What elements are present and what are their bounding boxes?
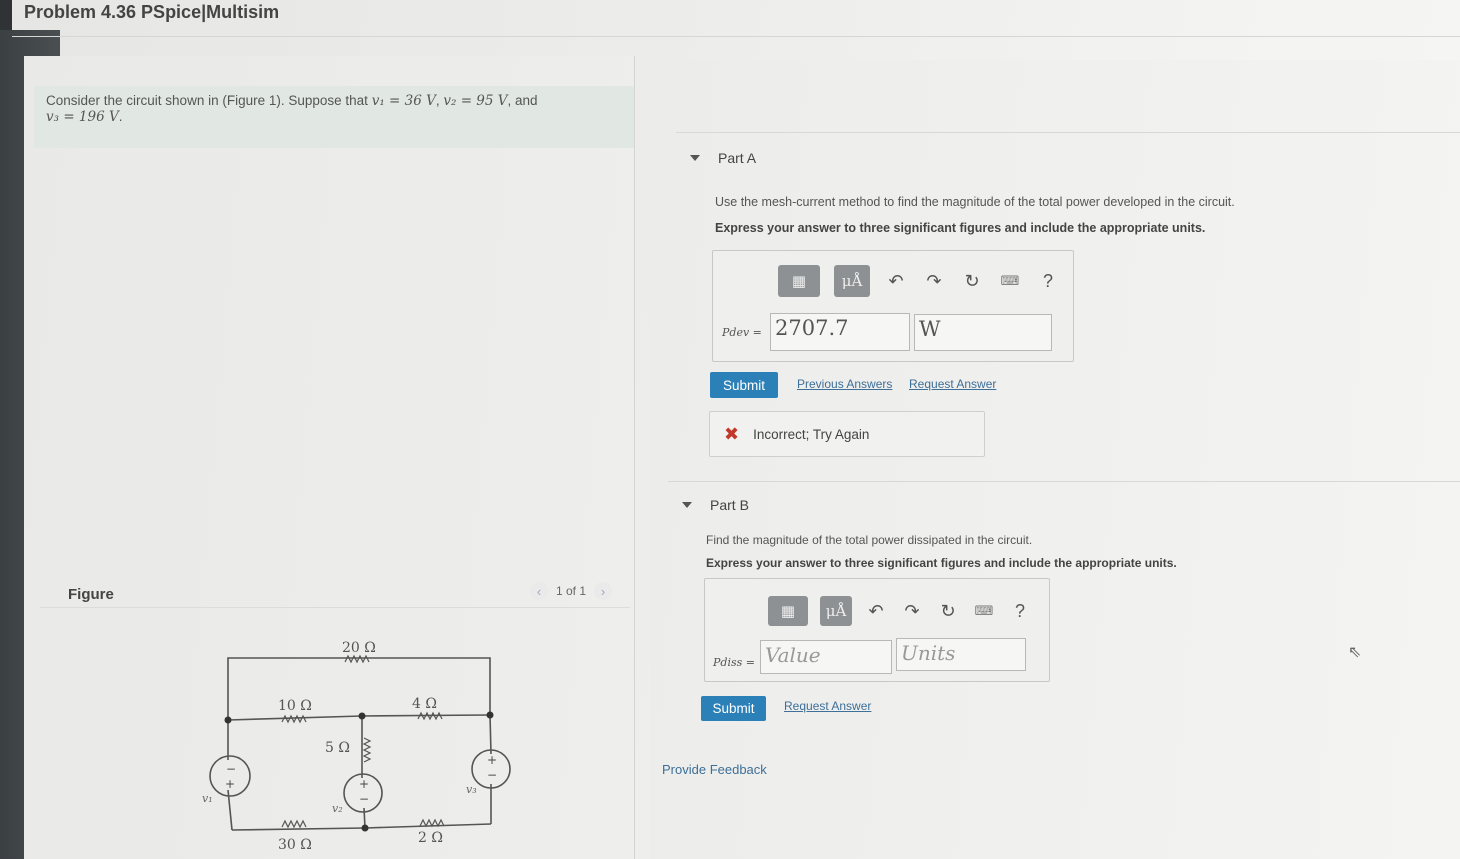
part-b-title: Part B xyxy=(710,497,749,513)
problem-text: Consider the circuit shown in (Figure 1)… xyxy=(46,93,538,125)
previous-answers-link[interactable]: Previous Answers xyxy=(797,377,892,391)
help-icon[interactable]: ? xyxy=(1008,601,1032,622)
chevron-right-icon[interactable]: › xyxy=(594,582,613,600)
collapse-triangle-icon[interactable] xyxy=(690,155,700,161)
feedback-box: ✖ Incorrect; Try Again xyxy=(709,411,985,457)
part-a-instruction: Use the mesh-current method to find the … xyxy=(715,195,1235,209)
part-a-header[interactable]: Part A xyxy=(690,150,756,166)
label-r10: 10 Ω xyxy=(278,698,312,714)
part-b-instruction-units: Express your answer to three significant… xyxy=(706,556,1177,570)
part-b-instruction: Find the magnitude of the total power di… xyxy=(706,533,1033,547)
redo-icon[interactable]: ↷ xyxy=(922,271,946,292)
label-r20: 20 Ω xyxy=(342,640,376,656)
v3-minus: − xyxy=(487,768,497,782)
part-b-request-answer-link[interactable]: Request Answer xyxy=(784,699,871,713)
part-b-toolbar: ▦ μÅ ↶ ↷ ↻ ⌨ ? xyxy=(768,596,1032,626)
problem-statement: Consider the circuit shown in (Figure 1)… xyxy=(34,86,634,148)
figure-pager: ‹ 1 of 1 › xyxy=(530,582,613,600)
close-x-icon: ✖ xyxy=(724,423,740,444)
v1-plus: + xyxy=(225,777,235,791)
part-b-units-input[interactable]: Units xyxy=(896,638,1026,671)
figure-label: Figure xyxy=(68,586,114,603)
right-panel xyxy=(650,60,1460,859)
reset-icon[interactable]: ↻ xyxy=(960,271,984,292)
keyboard-icon[interactable]: ⌨ xyxy=(972,603,996,619)
node-left xyxy=(224,716,232,724)
units-button[interactable]: μÅ xyxy=(834,265,870,297)
part-a-instruction-units: Express your answer to three significant… xyxy=(715,221,1206,235)
v2-plus: + xyxy=(359,777,369,791)
part-b-submit-button[interactable]: Submit xyxy=(701,696,766,721)
wire-bottom-left xyxy=(231,827,366,831)
part-a-var-label: Pdev = xyxy=(722,326,762,339)
wire-bottom-right xyxy=(364,823,492,829)
reset-icon[interactable]: ↻ xyxy=(936,601,960,622)
node-bottom xyxy=(361,824,369,832)
part-a-value-input[interactable]: 2707.7 xyxy=(770,313,910,351)
pager-text: 1 of 1 xyxy=(556,584,587,598)
node-right xyxy=(486,711,494,719)
v2-value: v₂ = 95 V xyxy=(443,93,508,109)
feedback-text: Incorrect; Try Again xyxy=(753,426,870,442)
resistor-20 xyxy=(344,654,370,664)
label-v1: v₁ xyxy=(202,792,213,805)
label-r2: 2 Ω xyxy=(418,830,443,846)
part-b-rule xyxy=(668,481,1460,482)
figure-divider xyxy=(40,607,630,608)
page-title: Problem 4.36 PSpice|Multisim xyxy=(24,2,280,22)
resistor-5 xyxy=(362,737,372,763)
part-a-units-input[interactable]: W xyxy=(914,314,1052,351)
undo-icon[interactable]: ↶ xyxy=(864,601,888,622)
part-a-title: Part A xyxy=(718,150,757,166)
part-a-toolbar: ▦ μÅ ↶ ↷ ↻ ⌨ ? xyxy=(778,265,1060,297)
redo-icon[interactable]: ↷ xyxy=(900,601,924,622)
keyboard-icon[interactable]: ⌨ xyxy=(998,273,1022,289)
resistor-30 xyxy=(281,819,307,829)
wire-top xyxy=(227,657,491,720)
collapse-triangle-icon[interactable] xyxy=(682,502,692,508)
template-icon[interactable]: ▦ xyxy=(768,596,808,626)
circuit-diagram: 20 Ω 10 Ω 4 Ω 5 Ω 30 Ω 2 Ω v₁ v₂ v₃ − + … xyxy=(202,640,511,853)
panel-divider xyxy=(634,56,635,859)
part-a-rule xyxy=(676,132,1460,133)
template-icon[interactable]: ▦ xyxy=(778,265,820,297)
undo-icon[interactable]: ↶ xyxy=(884,271,908,292)
provide-feedback-link[interactable]: Provide Feedback xyxy=(662,762,767,777)
part-a-request-answer-link[interactable]: Request Answer xyxy=(909,377,996,391)
v2-minus: − xyxy=(359,792,369,806)
label-r5: 5 Ω xyxy=(325,740,350,756)
chevron-left-icon[interactable]: ‹ xyxy=(530,582,548,600)
v1-minus: − xyxy=(226,762,236,776)
title-divider xyxy=(12,36,1460,37)
label-r30: 30 Ω xyxy=(278,837,312,853)
label-v3: v₃ xyxy=(466,783,477,796)
part-b-var-label: Pdiss = xyxy=(713,656,755,669)
mouse-cursor-icon: ⇖ xyxy=(1348,644,1362,661)
problem-and: , and xyxy=(507,93,538,108)
units-button[interactable]: μÅ xyxy=(820,596,852,626)
problem-intro: Consider the circuit shown in (Figure 1)… xyxy=(46,93,368,108)
part-b-value-input[interactable]: Value xyxy=(760,640,892,674)
part-a-submit-button[interactable]: Submit xyxy=(710,372,778,398)
part-b-header[interactable]: Part B xyxy=(682,497,749,513)
help-icon[interactable]: ? xyxy=(1036,271,1060,292)
wire-right-upper xyxy=(489,714,492,755)
problem-end: . xyxy=(118,109,123,124)
v1-value: v₁ = 36 V xyxy=(371,93,436,109)
label-r4: 4 Ω xyxy=(412,696,437,712)
label-v2: v₂ xyxy=(332,802,343,815)
v3-plus: + xyxy=(487,753,497,767)
node-mid xyxy=(358,712,366,720)
v3-value: v₃ = 196 V xyxy=(46,109,119,125)
